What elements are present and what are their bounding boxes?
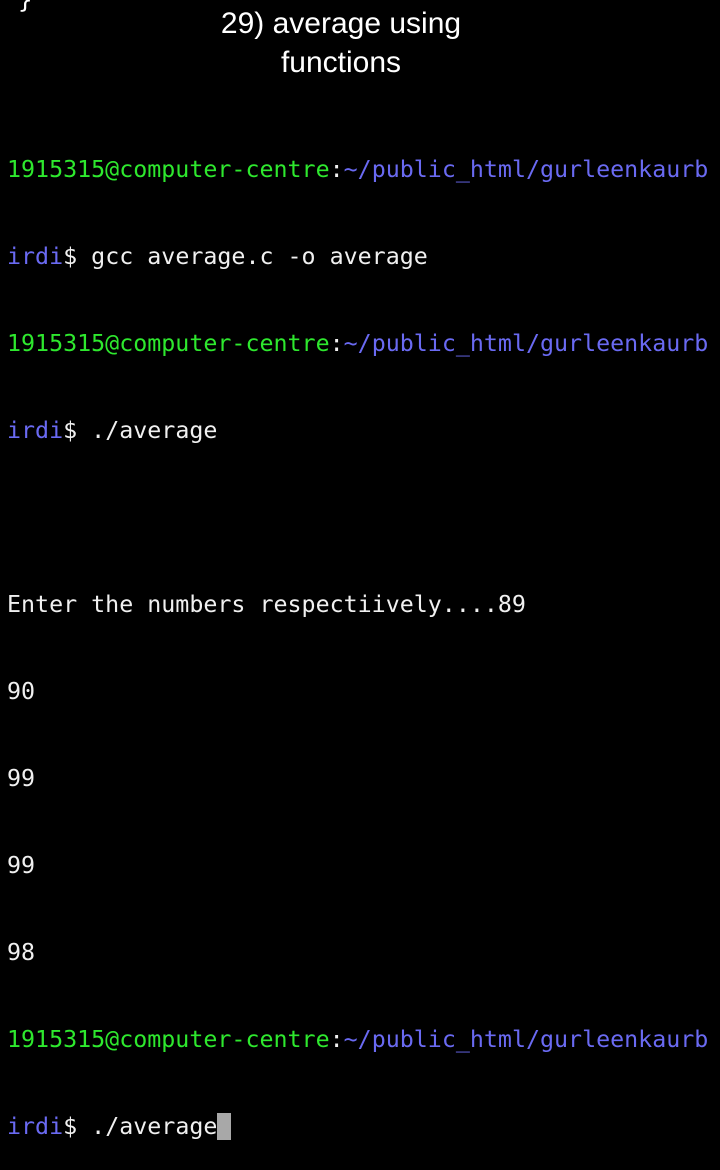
terminal-output[interactable]: 1915315@computer-centre:~/public_html/gu…	[7, 97, 708, 1170]
prompt-line: 1915315@computer-centre:~/public_html/gu…	[7, 1025, 708, 1054]
output-line: Enter the numbers respectiively....89	[7, 591, 526, 618]
command-line: irdi$ ./average	[7, 416, 708, 445]
prompt-colon: :	[329, 330, 344, 357]
output-line: 98	[7, 939, 36, 966]
prompt-colon: :	[329, 1026, 344, 1053]
command-input[interactable]: ./average	[77, 1113, 217, 1140]
text-cursor	[217, 1113, 232, 1140]
prompt-line: 1915315@computer-centre:~/public_html/gu…	[7, 155, 708, 184]
prompt-path-cont: irdi	[7, 243, 64, 270]
command-text: gcc average.c -o average	[77, 243, 428, 270]
prompt-path: ~/public_html/gurleenkaurb	[343, 156, 709, 183]
prompt-symbol: $	[63, 243, 78, 270]
command-line: irdi$ gcc average.c -o average	[7, 242, 708, 271]
prompt-path-cont: irdi	[7, 1113, 64, 1140]
caption-title: 29) average using functions	[0, 4, 682, 82]
output-line: 99	[7, 765, 36, 792]
prompt-symbol: $	[63, 417, 78, 444]
prompt-path: ~/public_html/gurleenkaurb	[343, 1026, 709, 1053]
output-line: 90	[7, 678, 36, 705]
prompt-path: ~/public_html/gurleenkaurb	[343, 330, 709, 357]
prompt-user-host: 1915315@computer-centre	[7, 156, 330, 183]
output-line: 99	[7, 852, 36, 879]
prompt-path-cont: irdi	[7, 417, 64, 444]
prompt-user-host: 1915315@computer-centre	[7, 1026, 330, 1053]
prompt-user-host: 1915315@computer-centre	[7, 330, 330, 357]
command-text: ./average	[77, 417, 218, 444]
command-line: irdi$ ./average	[7, 1112, 708, 1141]
prompt-line: 1915315@computer-centre:~/public_html/gu…	[7, 329, 708, 358]
title-line-2: functions	[280, 46, 402, 79]
prompt-symbol: $	[63, 1113, 78, 1140]
prompt-colon: :	[329, 156, 344, 183]
title-line-1: 29) average using	[220, 7, 462, 40]
